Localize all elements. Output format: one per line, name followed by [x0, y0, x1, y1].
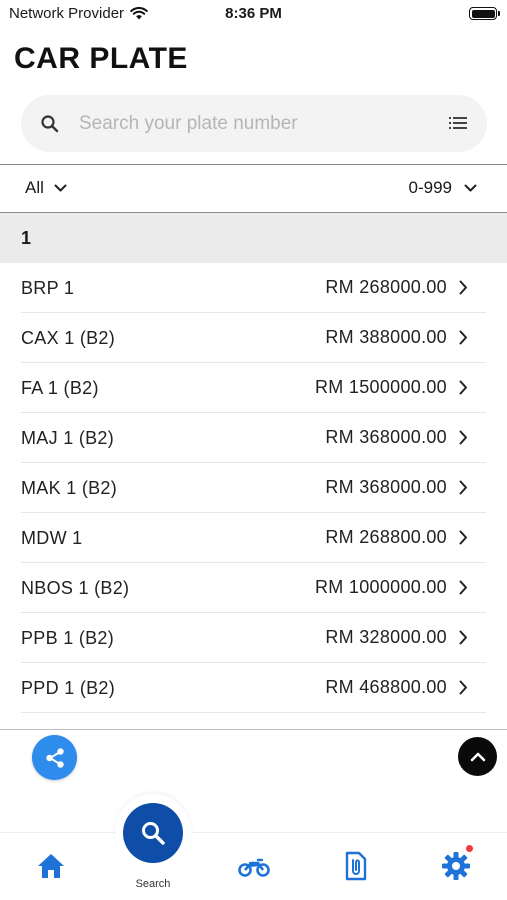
plate-name: NBOS 1 (B2) — [21, 578, 130, 598]
nav-attachments[interactable] — [338, 850, 372, 882]
plate-name: MDW 1 — [21, 528, 83, 548]
section-header: 1 — [0, 213, 507, 263]
chevron-right-icon — [459, 380, 467, 395]
plate-price: RM 328000.00 — [325, 627, 447, 647]
filter-bar: All 0-999 — [0, 164, 507, 213]
plate-price: RM 468800.00 — [325, 677, 447, 697]
plate-price: RM 268800.00 — [325, 527, 447, 547]
scroll-to-top-button[interactable] — [458, 737, 497, 776]
home-icon — [38, 854, 64, 878]
plate-price: RM 1000000.00 — [315, 577, 447, 597]
plate-row[interactable]: PPB 1 (B2) RM 328000.00 — [21, 613, 486, 663]
range-selected: 0-999 — [408, 178, 452, 197]
status-bar: Network Provider 8:36 PM — [0, 0, 507, 28]
chevron-down-icon — [54, 184, 67, 191]
nav-search-label: Search — [135, 878, 171, 890]
battery-icon — [469, 7, 500, 20]
page-title: CAR PLATE — [14, 42, 188, 75]
chevron-right-icon — [459, 430, 467, 445]
search-input[interactable] — [79, 107, 419, 140]
plate-name: PPB 1 (B2) — [21, 628, 115, 648]
plate-list: BRP 1 RM 268000.00 CAX 1 (B2) RM 388000.… — [0, 263, 507, 713]
chevron-down-icon — [464, 184, 477, 191]
nav-settings[interactable] — [439, 845, 473, 882]
search-icon — [142, 822, 165, 845]
plate-row[interactable]: CAX 1 (B2) RM 388000.00 — [21, 313, 486, 363]
motorcycle-icon — [238, 858, 270, 877]
search-icon — [41, 115, 59, 133]
plate-name: BRP 1 — [21, 278, 75, 298]
share-button[interactable] — [32, 735, 77, 780]
plate-name: MAJ 1 (B2) — [21, 428, 115, 448]
plate-row[interactable]: MAJ 1 (B2) RM 368000.00 — [21, 413, 486, 463]
plate-name: PPD 1 (B2) — [21, 678, 116, 698]
plate-price: RM 268000.00 — [325, 277, 447, 297]
plate-price: RM 388000.00 — [325, 327, 447, 347]
chevron-right-icon — [459, 480, 467, 495]
chevron-right-icon — [459, 680, 467, 695]
nav-search[interactable] — [123, 803, 183, 863]
chevron-up-icon — [470, 752, 485, 762]
nav-motorcycle[interactable] — [237, 850, 271, 882]
chevron-right-icon — [459, 280, 467, 295]
chevron-right-icon — [459, 630, 467, 645]
list-divider — [0, 729, 507, 730]
plate-row[interactable]: PPD 1 (B2) RM 468800.00 — [21, 663, 486, 713]
plate-price: RM 1500000.00 — [315, 377, 447, 397]
plate-row[interactable]: NBOS 1 (B2) RM 1000000.00 — [21, 563, 486, 613]
chevron-right-icon — [459, 330, 467, 345]
plate-name: FA 1 (B2) — [21, 378, 99, 398]
notification-dot — [466, 845, 473, 852]
gear-icon — [442, 852, 470, 880]
share-icon — [45, 747, 64, 768]
chevron-right-icon — [459, 580, 467, 595]
section-label: 1 — [21, 228, 32, 248]
category-selected: All — [25, 178, 44, 197]
nav-home[interactable] — [34, 850, 68, 882]
search-bar[interactable] — [21, 95, 487, 152]
range-dropdown[interactable]: 0-999 — [409, 178, 477, 198]
plate-row[interactable]: MDW 1 RM 268800.00 — [21, 513, 486, 563]
plate-row[interactable]: FA 1 (B2) RM 1500000.00 — [21, 363, 486, 413]
list-icon[interactable] — [449, 116, 467, 130]
plate-name: MAK 1 (B2) — [21, 478, 118, 498]
plate-row[interactable]: BRP 1 RM 268000.00 — [21, 263, 486, 313]
plate-name: CAX 1 (B2) — [21, 328, 116, 348]
attachment-icon — [345, 851, 367, 881]
plate-price: RM 368000.00 — [325, 477, 447, 497]
chevron-right-icon — [459, 530, 467, 545]
plate-price: RM 368000.00 — [325, 427, 447, 447]
category-dropdown[interactable]: All — [25, 178, 67, 198]
status-time: 8:36 PM — [225, 5, 282, 22]
plate-row[interactable]: MAK 1 (B2) RM 368000.00 — [21, 463, 486, 513]
